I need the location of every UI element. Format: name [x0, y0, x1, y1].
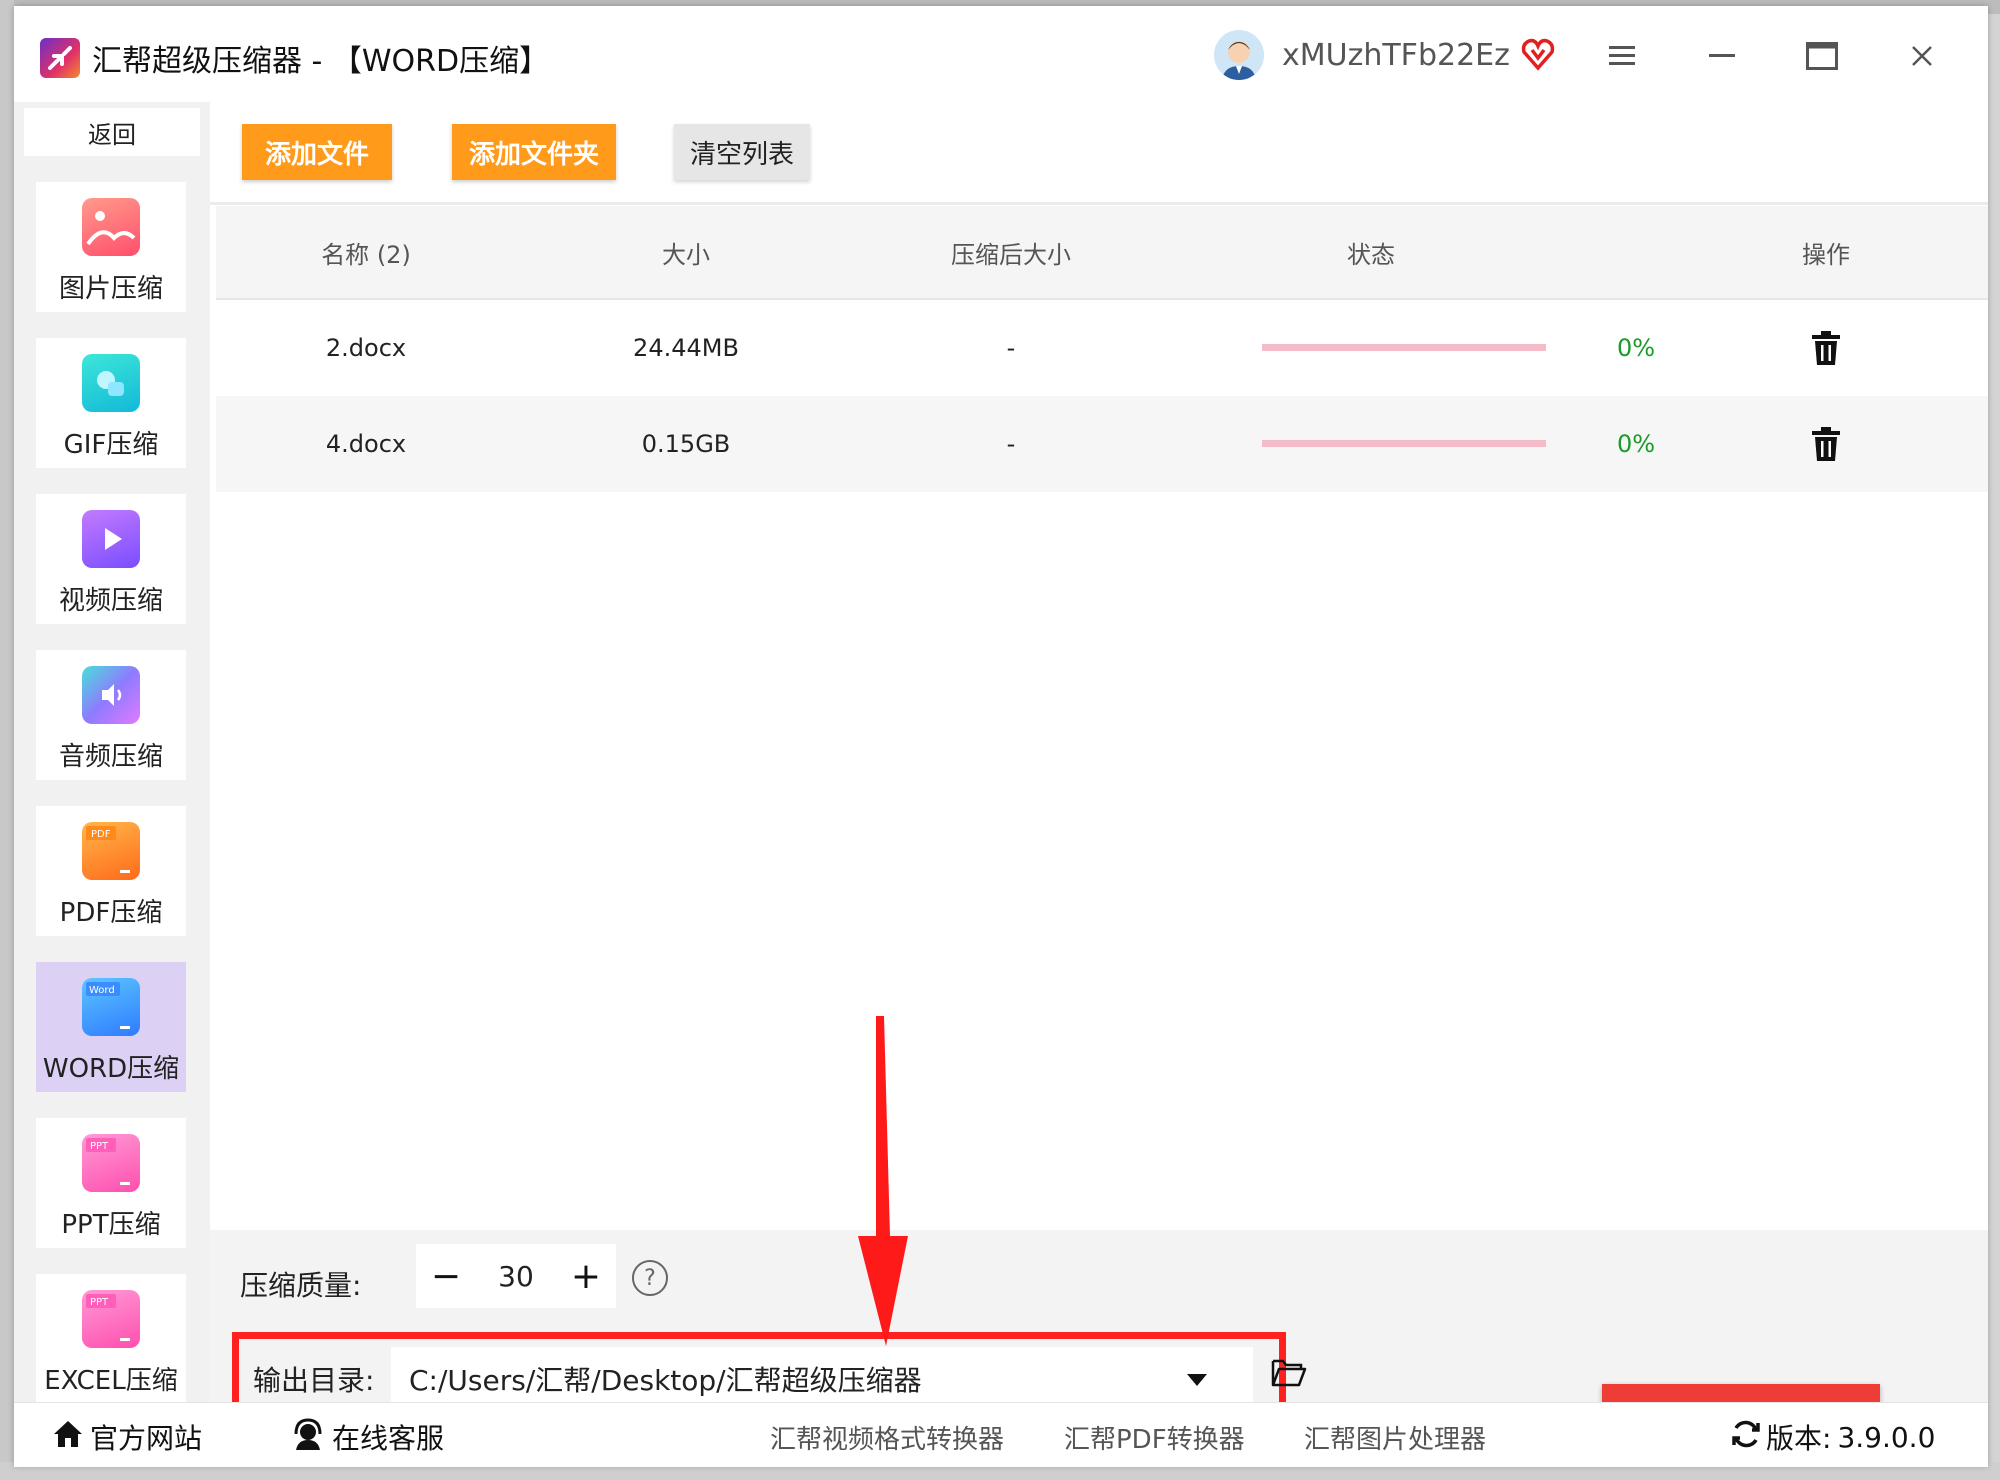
vip-heart-icon[interactable]	[1520, 36, 1556, 76]
username: xMUzhTFb22Ez	[1282, 38, 1510, 73]
back-button[interactable]: 返回	[24, 108, 200, 156]
file-size: 0.15GB	[641, 430, 731, 458]
compressed-size: -	[1006, 430, 1016, 458]
user-avatar[interactable]	[1214, 30, 1264, 80]
online-support-link[interactable]: 在线客服	[292, 1417, 444, 1457]
app-window: 汇帮超级压缩器 - 【WORD压缩】 xMUzhTFb22Ez 返回 图片压缩 …	[14, 6, 1988, 1467]
trash-icon[interactable]	[1796, 396, 1856, 492]
output-label: 输出目录:	[253, 1364, 375, 1397]
excel-icon: PPT	[82, 1290, 140, 1348]
progress-percent: 0%	[1616, 334, 1656, 362]
quality-stepper: − 30 +	[416, 1244, 616, 1308]
ppt-icon: PPT	[82, 1134, 140, 1192]
refresh-icon	[1730, 1418, 1762, 1457]
add-file-button[interactable]: 添加文件	[242, 124, 392, 180]
audio-icon	[82, 666, 140, 724]
clear-list-button[interactable]: 清空列表	[674, 124, 810, 180]
trash-icon[interactable]	[1796, 300, 1856, 396]
video-converter-link[interactable]: 汇帮视频格式转换器	[770, 1419, 1004, 1456]
file-size: 24.44MB	[633, 334, 739, 362]
close-icon[interactable]	[1900, 34, 1944, 78]
image-processor-link[interactable]: 汇帮图片处理器	[1304, 1419, 1486, 1456]
compressed-size: -	[1006, 334, 1016, 362]
svg-text:PPT: PPT	[90, 1297, 109, 1308]
table-row[interactable]: 4.docx 0.15GB - 0%	[216, 396, 1988, 492]
output-path-select[interactable]: C:/Users/汇帮/Desktop/汇帮超级压缩器	[391, 1347, 1253, 1405]
column-actions: 操作	[1802, 240, 1850, 269]
decrease-button[interactable]: −	[416, 1244, 476, 1308]
add-folder-button[interactable]: 添加文件夹	[452, 124, 616, 180]
sidebar-item-video[interactable]: 视频压缩	[36, 494, 186, 624]
svg-text:PPT: PPT	[90, 1141, 109, 1152]
increase-button[interactable]: +	[556, 1244, 616, 1308]
sidebar-item-image[interactable]: 图片压缩	[36, 182, 186, 312]
table-row[interactable]: 2.docx 24.44MB - 0%	[216, 300, 1988, 396]
maximize-icon[interactable]	[1800, 34, 1844, 78]
image-icon	[82, 198, 140, 256]
status-bar: 官方网站 在线客服 汇帮视频格式转换器 汇帮PDF转换器 汇帮图片处理器 版本:…	[14, 1402, 1988, 1467]
column-compressed-size[interactable]: 压缩后大小	[856, 206, 1166, 298]
menu-icon[interactable]	[1600, 34, 1644, 78]
chevron-down-icon[interactable]	[1187, 1371, 1207, 1390]
pdf-converter-link[interactable]: 汇帮PDF转换器	[1064, 1419, 1245, 1456]
headset-icon	[292, 1417, 324, 1457]
sidebar-item-excel[interactable]: PPT EXCEL压缩	[36, 1274, 186, 1404]
video-icon	[82, 510, 140, 568]
help-icon[interactable]: ?	[632, 1260, 668, 1296]
title-bar: 汇帮超级压缩器 - 【WORD压缩】 xMUzhTFb22Ez	[14, 6, 1988, 103]
svg-text:Word: Word	[89, 985, 115, 996]
version-info[interactable]: 版本: 3.9.0.0	[1730, 1417, 1935, 1457]
file-name: 2.docx	[325, 334, 407, 362]
column-status[interactable]: 状态	[1166, 206, 1576, 298]
sidebar-item-audio[interactable]: 音频压缩	[36, 650, 186, 780]
column-name[interactable]: 名称 (2)	[216, 206, 516, 298]
progress-bar	[1262, 344, 1546, 351]
file-name: 4.docx	[325, 430, 407, 458]
sidebar-item-word[interactable]: Word WORD压缩	[36, 962, 186, 1092]
column-size[interactable]: 大小	[516, 206, 856, 298]
sidebar: 返回 图片压缩 GIF压缩 视频压缩 音频压缩 PDF PDF压缩 Word W…	[14, 102, 210, 1404]
settings-panel: 压缩质量: − 30 + ? 输出目录: C:/Users/汇帮/Desktop…	[210, 1230, 1988, 1460]
window-title: 汇帮超级压缩器 - 【WORD压缩】	[92, 44, 550, 79]
sidebar-item-ppt[interactable]: PPT PPT压缩	[36, 1118, 186, 1248]
sidebar-item-pdf[interactable]: PDF PDF压缩	[36, 806, 186, 936]
annotation-arrow	[850, 1016, 930, 1350]
folder-open-icon[interactable]	[1271, 1357, 1307, 1391]
toolbar: 添加文件 添加文件夹 清空列表	[210, 102, 1988, 205]
minimize-icon[interactable]	[1700, 34, 1744, 78]
progress-bar	[1262, 440, 1546, 447]
file-table-header: 名称 (2) 大小 压缩后大小 状态 操作	[216, 206, 1988, 300]
output-path: C:/Users/汇帮/Desktop/汇帮超级压缩器	[409, 1364, 922, 1397]
sidebar-item-gif[interactable]: GIF压缩	[36, 338, 186, 468]
main-panel: 添加文件 添加文件夹 清空列表 名称 (2) 大小 压缩后大小 状态 操作 2.…	[210, 102, 1988, 1460]
quality-input[interactable]: 30	[476, 1244, 556, 1308]
svg-text:PDF: PDF	[91, 829, 111, 840]
progress-percent: 0%	[1616, 430, 1656, 458]
home-icon	[52, 1419, 84, 1456]
background-window-edge	[0, 0, 14, 1480]
word-icon: Word	[82, 978, 140, 1036]
official-website-link[interactable]: 官方网站	[52, 1417, 202, 1457]
quality-label: 压缩质量:	[240, 1269, 362, 1302]
gif-icon	[82, 354, 140, 412]
pdf-icon: PDF	[82, 822, 140, 880]
app-logo-icon	[40, 38, 80, 78]
